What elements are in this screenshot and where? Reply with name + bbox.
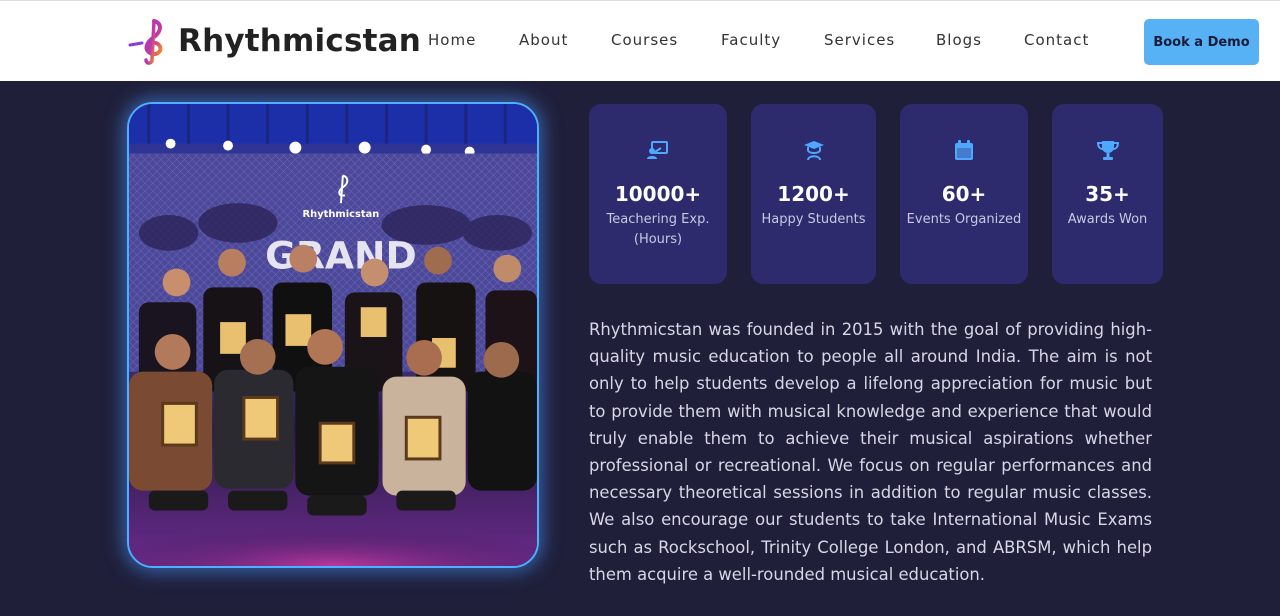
stat-label: Happy Students xyxy=(761,212,866,227)
nav-home[interactable]: Home xyxy=(428,31,476,49)
photo-banner-brand: Rhythmicstan xyxy=(303,209,380,220)
brand-logo[interactable]: Rhythmicstan xyxy=(128,17,421,65)
nav-services[interactable]: Services xyxy=(824,31,895,49)
group-photo: Rhythmicstan GRAND xyxy=(127,102,539,568)
award-ceremony-photo: Rhythmicstan GRAND xyxy=(129,104,537,566)
brand-name: Rhythmicstan xyxy=(178,23,421,59)
stat-card-awards-won: 35+ Awards Won xyxy=(1052,104,1163,284)
nav-faculty[interactable]: Faculty xyxy=(721,31,781,49)
stat-label: Awards Won xyxy=(1067,212,1148,227)
about-paragraph: Rhythmicstan was founded in 2015 with th… xyxy=(589,320,1152,584)
graduate-icon xyxy=(803,141,824,161)
treble-clef-logo-icon xyxy=(128,19,163,65)
stat-value: 60+ xyxy=(941,182,987,206)
stat-value: 35+ xyxy=(1085,182,1130,206)
stat-label: Teachering Exp.(Hours) xyxy=(606,212,710,247)
nav-about[interactable]: About xyxy=(519,31,568,49)
stat-card-happy-students: 1200+ Happy Students xyxy=(751,104,876,284)
stat-card-events-organized: 60+ Events Organized xyxy=(900,104,1028,284)
calendar-icon xyxy=(955,140,973,160)
nav-contact[interactable]: Contact xyxy=(1024,31,1089,49)
stat-card-teaching-hours: 10000+ Teachering Exp.(Hours) xyxy=(589,104,727,284)
site-header: Rhythmicstan Home About Courses Faculty … xyxy=(0,0,1280,81)
stat-value: 10000+ xyxy=(614,182,702,206)
stat-value: 1200+ xyxy=(777,182,850,206)
photo-banner-title: GRAND xyxy=(265,234,417,278)
book-demo-button[interactable]: Book a Demo xyxy=(1144,19,1259,65)
teacher-board-icon xyxy=(647,141,668,159)
trophy-icon xyxy=(1096,141,1119,160)
nav-blogs[interactable]: Blogs xyxy=(936,31,982,49)
stat-label: Events Organized xyxy=(906,212,1022,227)
nav-courses[interactable]: Courses xyxy=(611,31,678,49)
